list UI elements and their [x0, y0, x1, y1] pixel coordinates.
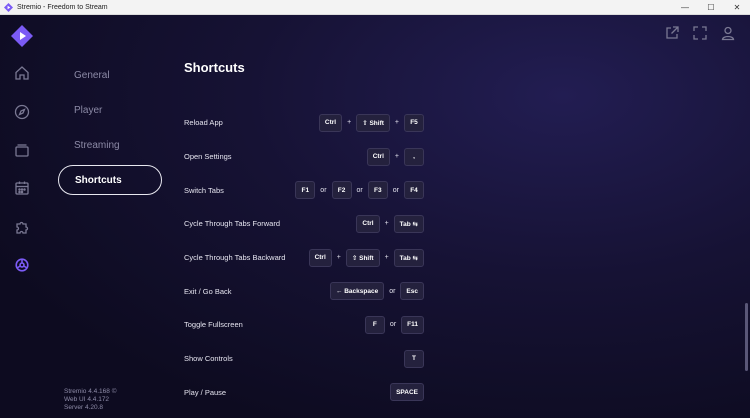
shortcuts-list: Reload App Ctrl + ⇧ Shift + F5 Open Settings Ct… [184, 106, 424, 409]
shortcut-label: Reload App [184, 118, 223, 128]
version-info: Stremio 4.4.168 © Web UI 4.4.172 Server … [64, 388, 116, 412]
key-cap: F5 [404, 113, 424, 132]
key-cap: SPACE [390, 383, 424, 402]
key-cap: F2 [331, 181, 352, 200]
shortcut-row: Cycle Through Tabs Backward Ctrl + ⇧ Shift +… [184, 241, 424, 275]
shortcut-keys: For F11 [364, 315, 424, 334]
key-cap: F11 [401, 315, 424, 334]
app-window: General Player Streaming Shortcuts Strem… [0, 15, 750, 418]
key-cap: Esc [400, 282, 424, 301]
close-button[interactable]: ✕ [724, 0, 750, 15]
web-ui-version: Web UI 4.4.172 [64, 396, 110, 403]
menu-item-player[interactable]: Player [58, 95, 162, 125]
key-cap: Ctrl [366, 147, 390, 166]
shortcut-row: Switch Tabs F1 or F2 or F3 or F4 [184, 173, 424, 207]
shortcut-row: Open Settings Ctrl +, [184, 140, 424, 174]
shortcut-keys: Ctrl + ⇧ Shift + Tab ⇆ [308, 248, 424, 267]
shortcut-label: Toggle Fullscreen [184, 320, 243, 330]
menu-item-general[interactable]: General [58, 60, 162, 90]
shortcut-label: Show Controls [184, 354, 233, 364]
key-cap: F1 [295, 181, 316, 200]
shortcut-keys: ← Backspace or Esc [329, 282, 424, 301]
library-icon[interactable] [12, 140, 32, 160]
shortcut-keys: SPACE [390, 383, 424, 402]
top-toolbar [664, 25, 736, 41]
shortcut-label: Cycle Through Tabs Backward [184, 253, 286, 263]
key-separator: or [320, 186, 327, 194]
calendar-icon[interactable] [12, 178, 32, 198]
key-separator: or [389, 321, 397, 329]
stremio-logo-icon[interactable] [11, 25, 33, 47]
key-cap: ← Backspace [329, 282, 385, 301]
compass-icon[interactable] [12, 102, 32, 122]
addons-puzzle-icon[interactable] [12, 217, 32, 237]
section-title: Shortcuts [184, 60, 245, 75]
window-title: Stremio - Freedom to Stream [17, 3, 108, 11]
shortcut-row: Toggle Fullscreen For F11 [184, 308, 424, 342]
fullscreen-icon[interactable] [692, 25, 708, 41]
content-scrollbar[interactable] [745, 303, 748, 371]
maximize-button[interactable]: ☐ [698, 0, 724, 15]
key-separator: or [392, 186, 399, 194]
home-icon[interactable] [12, 63, 32, 83]
menu-item-shortcuts[interactable]: Shortcuts [58, 165, 162, 195]
shortcuts-section: Shortcuts [184, 60, 424, 82]
key-separator: + [394, 119, 399, 127]
shortcut-row: Reload App Ctrl + ⇧ Shift + F5 [184, 106, 424, 140]
app-version: Stremio 4.4.168 © [64, 388, 117, 395]
window-controls: — ☐ ✕ [672, 0, 750, 15]
key-separator: or [389, 287, 396, 295]
key-cap: Tab ⇆ [393, 248, 424, 267]
key-cap: F [364, 315, 385, 334]
server-version: Server 4.20.8 [64, 404, 104, 411]
key-separator: + [384, 220, 389, 228]
key-separator: + [384, 254, 389, 262]
key-cap: ⇧ Shift [345, 248, 380, 267]
key-cap: ⇧ Shift [356, 113, 390, 132]
shortcut-row: Cycle Through Tabs Forward Ctrl + Tab ⇆ [184, 207, 424, 241]
key-separator: or [356, 186, 363, 194]
shortcut-keys: Ctrl + ⇧ Shift + F5 [318, 113, 424, 132]
key-separator: + [394, 153, 399, 161]
shortcut-keys: T [404, 349, 424, 368]
shortcut-label: Open Settings [184, 152, 232, 162]
external-link-icon[interactable] [664, 25, 680, 41]
key-cap: Ctrl [308, 248, 332, 267]
shortcut-keys: F1 or F2 or F3 or F4 [295, 181, 424, 200]
shortcut-row: Show Controls T [184, 342, 424, 376]
user-icon[interactable] [720, 25, 736, 41]
stremio-logo-icon [4, 2, 13, 12]
window-titlebar: Stremio - Freedom to Stream — ☐ ✕ [0, 0, 750, 15]
shortcut-row: Play / Pause SPACE [184, 376, 424, 410]
menu-item-streaming[interactable]: Streaming [58, 130, 162, 160]
shortcut-label: Cycle Through Tabs Forward [184, 219, 281, 229]
minimize-button[interactable]: — [672, 0, 698, 15]
shortcut-label: Exit / Go Back [184, 286, 232, 296]
key-cap: T [404, 349, 424, 368]
shortcut-keys: Ctrl +, [366, 147, 424, 166]
key-cap: Tab ⇆ [393, 214, 424, 233]
shortcut-row: Exit / Go Back ← Backspace or Esc [184, 274, 424, 308]
nav-rail [0, 15, 44, 418]
key-cap: , [404, 147, 424, 166]
shortcut-label: Play / Pause [184, 387, 227, 397]
key-cap: F4 [404, 181, 424, 200]
key-cap: F3 [367, 181, 388, 200]
key-cap: Ctrl [356, 214, 380, 233]
key-separator: + [347, 119, 352, 127]
key-cap: Ctrl [318, 113, 343, 132]
shortcut-keys: Ctrl + Tab ⇆ [356, 214, 424, 233]
settings-menu: General Player Streaming Shortcuts [58, 60, 162, 200]
settings-gear-icon[interactable] [12, 255, 32, 275]
key-separator: + [336, 254, 341, 262]
shortcut-label: Switch Tabs [184, 185, 224, 195]
